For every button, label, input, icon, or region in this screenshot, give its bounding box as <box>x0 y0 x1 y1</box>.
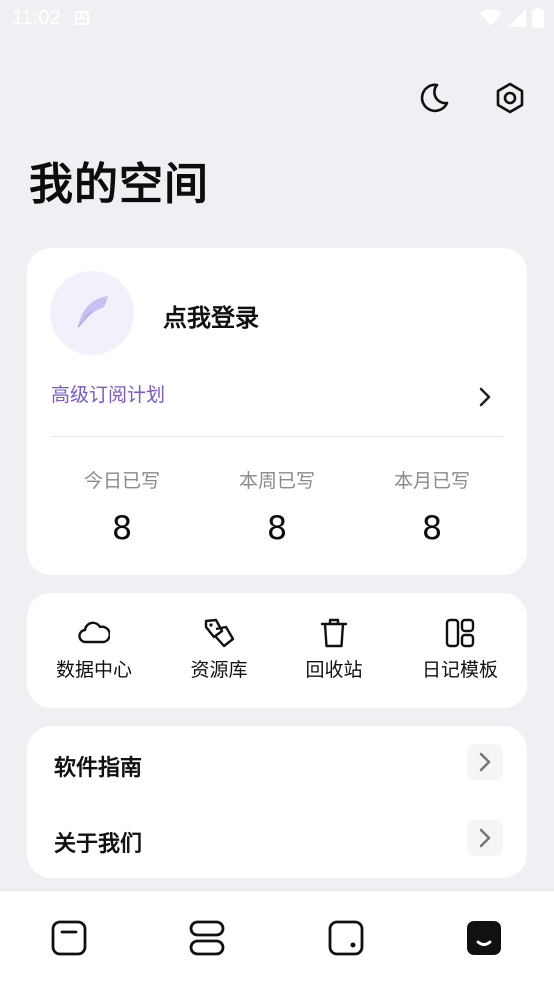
stat-value: 8 <box>266 509 288 547</box>
stat-today: 今日已写 8 <box>52 466 192 547</box>
profile-icon <box>467 921 501 955</box>
chevron-button[interactable] <box>467 820 503 856</box>
resource-library-button[interactable]: 资源库 <box>164 615 274 682</box>
subscription-chevron-button[interactable] <box>475 384 495 410</box>
tool-label: 资源库 <box>190 659 248 681</box>
dark-mode-button[interactable] <box>414 78 454 118</box>
profile-card: 点我登录 高级订阅计划 今日已写 8 本周已写 8 本月已写 8 <box>27 248 527 575</box>
template-icon <box>445 618 475 648</box>
status-icons <box>480 8 544 28</box>
notification-icon: A <box>74 11 89 25</box>
tool-label: 回收站 <box>305 659 363 681</box>
stat-week: 本周已写 8 <box>207 466 347 547</box>
battery-icon <box>532 8 544 28</box>
chevron-right-icon <box>479 387 491 407</box>
recycle-bin-button[interactable]: 回收站 <box>279 615 389 682</box>
about-us-row[interactable]: 关于我们 <box>27 810 527 870</box>
note-icon <box>51 920 87 956</box>
tool-label: 数据中心 <box>55 659 132 681</box>
tab-square[interactable] <box>321 913 371 963</box>
trash-icon <box>320 618 348 648</box>
data-center-button[interactable]: 数据中心 <box>39 615 149 682</box>
links-card: 软件指南 关于我们 <box>27 726 527 878</box>
tool-label: 日记模板 <box>421 659 498 681</box>
stat-label: 本月已写 <box>393 470 470 492</box>
tab-profile[interactable] <box>459 913 509 963</box>
stat-value: 8 <box>111 509 133 547</box>
tags-icon <box>204 618 235 648</box>
divider <box>51 436 503 437</box>
stat-month: 本月已写 8 <box>362 466 502 547</box>
chevron-button[interactable] <box>467 744 503 780</box>
tools-card: 数据中心 资源库 回收站 日记模板 <box>27 593 527 708</box>
gear-icon <box>496 82 524 114</box>
stat-label: 本周已写 <box>238 470 315 492</box>
avatar[interactable] <box>50 271 134 355</box>
feather-icon <box>77 296 108 328</box>
list-icon <box>189 920 225 956</box>
link-label: 软件指南 <box>54 756 143 781</box>
status-bar: 11:02 A <box>0 0 554 36</box>
stat-value: 8 <box>421 509 443 547</box>
chevron-right-icon <box>479 828 491 848</box>
page-title: 我的空间 <box>29 159 209 210</box>
subscription-link[interactable]: 高级订阅计划 <box>51 380 165 407</box>
settings-button[interactable] <box>490 78 530 118</box>
stat-label: 今日已写 <box>83 470 160 492</box>
software-guide-row[interactable]: 软件指南 <box>27 734 527 794</box>
square-dot-icon <box>328 920 364 956</box>
signal-icon <box>508 9 526 27</box>
cloud-icon <box>78 621 110 644</box>
login-button[interactable]: 点我登录 <box>163 298 259 333</box>
tab-notes[interactable] <box>44 913 94 963</box>
link-label: 关于我们 <box>54 832 143 857</box>
moon-icon <box>420 83 449 113</box>
tab-list[interactable] <box>182 913 232 963</box>
bottom-tab-bar <box>0 890 554 984</box>
diary-template-button[interactable]: 日记模板 <box>405 615 515 682</box>
chevron-right-icon <box>479 752 491 772</box>
wifi-icon <box>480 9 502 26</box>
status-time: 11:02 <box>12 6 61 29</box>
